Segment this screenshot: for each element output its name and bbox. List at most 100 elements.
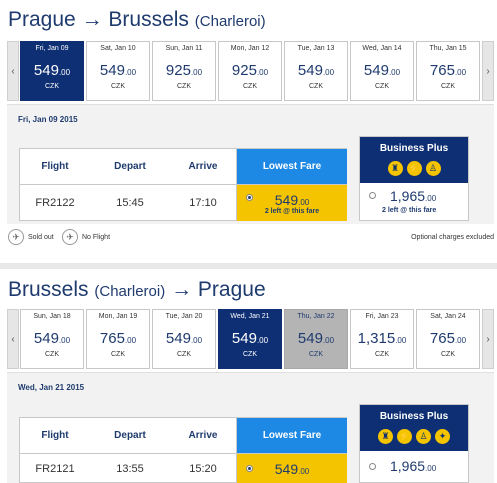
seat-icon: ♙	[416, 429, 431, 444]
chevron-left-icon: ‹	[11, 333, 15, 345]
business-plus-price: 1,965.00	[390, 458, 437, 474]
table-row: FR2122 15:45 17:10 549.00 2 left @ this …	[20, 184, 347, 221]
fare-radio[interactable]	[369, 192, 376, 199]
outbound-day-6[interactable]: Thu, Jan 15 765.00 CZK	[416, 41, 480, 101]
day-price: 925.00	[231, 62, 269, 79]
day-currency: CZK	[441, 83, 455, 90]
inbound-origin: Brussels	[8, 278, 89, 301]
lowest-fare-price: 549.00	[274, 191, 310, 208]
day-label: Tue, Jan 13	[297, 45, 335, 52]
business-plus-price: 1,965.00	[390, 188, 437, 204]
outbound-day-4[interactable]: Tue, Jan 13 549.00 CZK	[284, 41, 348, 101]
day-currency: CZK	[375, 351, 389, 358]
next-dates-button[interactable]: ›	[482, 41, 494, 101]
inbound-day-6[interactable]: Sat, Jan 24 765.00 CZK	[416, 309, 480, 369]
chevron-left-icon: ‹	[11, 65, 15, 77]
inbound-fare-table: Flight Depart Arrive Lowest Fare FR2121 …	[19, 417, 347, 483]
outbound-destination-sub: (Charleroi)	[194, 13, 266, 30]
business-plus-icons: ♜ ⚡ ♙	[360, 161, 468, 176]
outbound-day-2[interactable]: Sun, Jan 11 925.00 CZK	[152, 41, 216, 101]
day-price: 925.00	[165, 62, 203, 79]
fare-radio[interactable]	[246, 194, 253, 201]
day-price: 549.00	[231, 330, 269, 347]
priority-icon: ⚡	[397, 429, 412, 444]
flight-number: FR2121	[35, 463, 75, 475]
inbound-day-0[interactable]: Sun, Jan 18 549.00 CZK	[20, 309, 84, 369]
col-arrive: Arrive	[188, 430, 218, 441]
outbound-fare-table: Flight Depart Arrive Lowest Fare FR2122 …	[19, 148, 347, 221]
outbound-day-3[interactable]: Mon, Jan 12 925.00 CZK	[218, 41, 282, 101]
col-flight: Flight	[41, 161, 69, 172]
day-price: 549.00	[33, 330, 71, 347]
day-label: Thu, Jan 15	[429, 45, 467, 52]
fasttrack-icon: ✦	[435, 429, 450, 444]
table-header-row: Flight Depart Arrive Lowest Fare	[20, 418, 347, 453]
col-lowest-fare: Lowest Fare	[236, 149, 347, 184]
business-plus-body: 1,965.00 2 left @ this fare	[360, 183, 468, 220]
arrive-time: 17:10	[189, 197, 217, 209]
outbound-day-1[interactable]: Sat, Jan 10 549.00 CZK	[86, 41, 150, 101]
inbound-day-2[interactable]: Tue, Jan 20 549.00 CZK	[152, 309, 216, 369]
legend-bar: ✈ Sold out ✈ No Flight Optional charges …	[8, 229, 494, 247]
sold-out-label: Sold out	[28, 234, 54, 241]
fare-radio[interactable]	[246, 465, 253, 472]
inbound-route-title: Brussels (Charleroi) → Prague	[8, 278, 266, 302]
outbound-destination: Brussels	[108, 8, 189, 31]
optional-charges-note: Optional charges excluded	[411, 234, 494, 241]
seat-icon: ♙	[425, 161, 441, 176]
business-plus-header: Business Plus ♜ ⚡ ♙ ✦	[360, 405, 468, 451]
col-arrive: Arrive	[188, 161, 218, 172]
arrive-time: 15:20	[189, 463, 217, 475]
day-currency: CZK	[441, 351, 455, 358]
inbound-day-5[interactable]: Fri, Jan 23 1,315.00 CZK	[350, 309, 414, 369]
business-plus-icons: ♜ ⚡ ♙ ✦	[360, 429, 468, 444]
flight-number: FR2122	[35, 197, 75, 209]
priority-icon: ⚡	[406, 161, 422, 176]
outbound-date-heading: Fri, Jan 09 2015	[18, 115, 78, 124]
day-currency: CZK	[111, 83, 125, 90]
business-plus-title: Business Plus	[379, 143, 449, 154]
inbound-day-3[interactable]: Wed, Jan 21 549.00 CZK	[218, 309, 282, 369]
col-lowest-fare: Lowest Fare	[236, 418, 347, 453]
day-currency: CZK	[375, 83, 389, 90]
route-arrow: →	[81, 8, 103, 31]
day-label: Sun, Jan 18	[33, 313, 71, 320]
day-price: 765.00	[429, 62, 467, 79]
business-plus-header: Business Plus ♜ ⚡ ♙	[360, 137, 468, 183]
day-currency: CZK	[309, 83, 323, 90]
outbound-day-5[interactable]: Wed, Jan 14 549.00 CZK	[350, 41, 414, 101]
chevron-right-icon: ›	[486, 65, 490, 77]
day-price: 765.00	[99, 330, 137, 347]
fare-radio[interactable]	[369, 463, 376, 470]
day-price: 549.00	[297, 330, 335, 347]
inbound-origin-sub: (Charleroi)	[94, 283, 166, 300]
day-currency: CZK	[309, 351, 323, 358]
day-price: 549.00	[363, 62, 401, 79]
section-divider	[0, 263, 497, 269]
business-plus-title: Business Plus	[379, 411, 449, 422]
inbound-day-1[interactable]: Mon, Jan 19 765.00 CZK	[86, 309, 150, 369]
day-price: 549.00	[33, 62, 71, 79]
lowest-fare-option[interactable]: 549.00	[236, 454, 347, 483]
day-price: 1,315.00	[357, 330, 407, 347]
inbound-business-plus[interactable]: Business Plus ♜ ⚡ ♙ ✦ 1,965.00	[359, 404, 469, 483]
outbound-date-strip: ‹ Fri, Jan 09 549.00 CZK Sat, Jan 10 549.00…	[0, 41, 497, 103]
day-label: Tue, Jan 20	[165, 313, 203, 320]
next-dates-button[interactable]: ›	[482, 309, 494, 369]
day-label: Sun, Jan 11	[165, 45, 203, 52]
day-label: Mon, Jan 19	[98, 313, 138, 320]
inbound-day-4[interactable]: Thu, Jan 22 549.00 CZK	[284, 309, 348, 369]
day-price: 549.00	[165, 330, 203, 347]
seats-left-note: 2 left @ this fare	[264, 207, 320, 215]
lowest-fare-price: 549.00	[274, 461, 310, 477]
no-flight-label: No Flight	[82, 234, 111, 241]
outbound-business-plus[interactable]: Business Plus ♜ ⚡ ♙ 1,965.00 2 left @ th…	[359, 136, 469, 221]
day-price: 765.00	[429, 330, 467, 347]
day-currency: CZK	[243, 351, 257, 358]
outbound-day-0[interactable]: Fri, Jan 09 549.00 CZK	[20, 41, 84, 101]
prev-dates-button[interactable]: ‹	[7, 309, 19, 369]
chevron-right-icon: ›	[486, 333, 490, 345]
lowest-fare-option[interactable]: 549.00 2 left @ this fare	[236, 185, 347, 221]
prev-dates-button[interactable]: ‹	[7, 41, 19, 101]
day-label: Wed, Jan 21	[230, 313, 270, 320]
